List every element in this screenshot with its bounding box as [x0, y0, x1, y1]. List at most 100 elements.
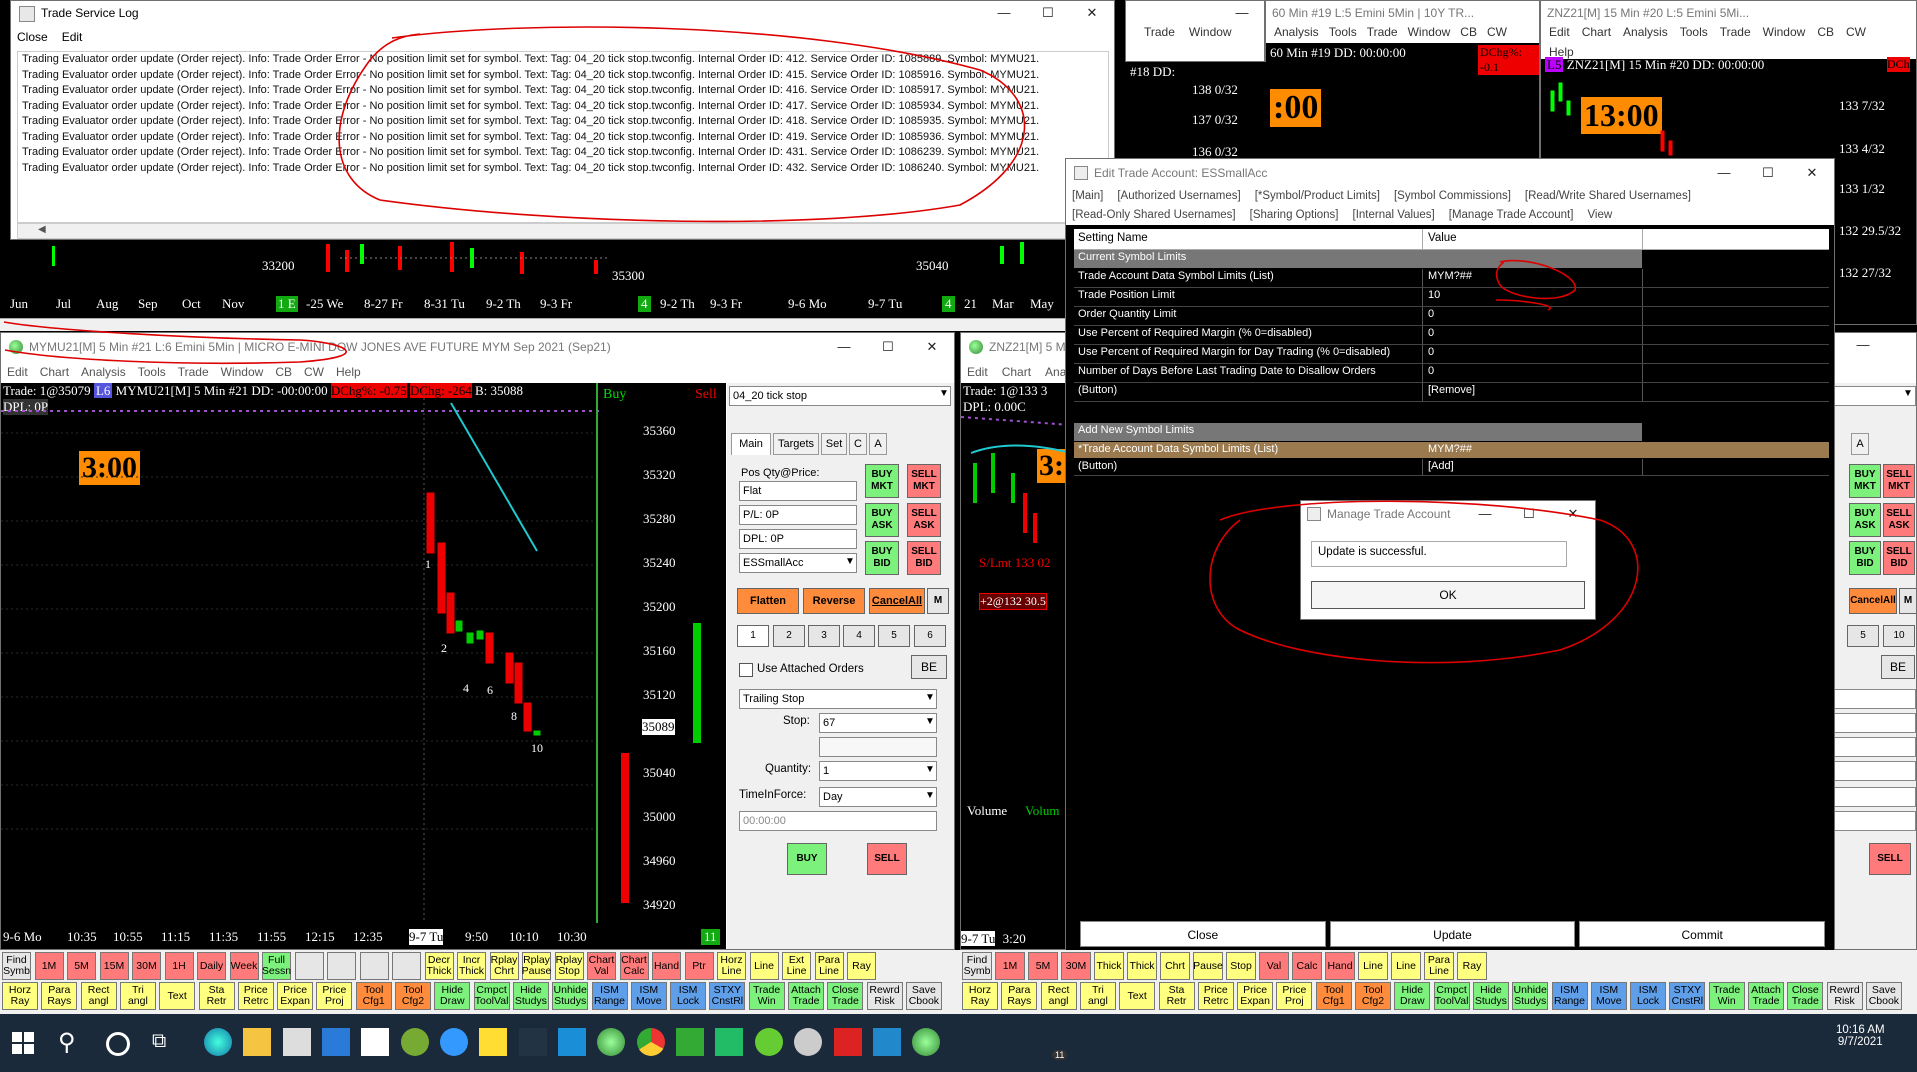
tab-internal-values[interactable]: [Internal Values]: [1353, 206, 1435, 225]
trade-window-panel[interactable]: 04_20 tick stop ▼ Main Targets Set C A P…: [727, 383, 954, 949]
toolbar-button[interactable]: Daily: [197, 952, 226, 980]
toolbar-button[interactable]: Price Expan: [277, 982, 314, 1010]
sell-ask-button[interactable]: SELL ASK: [907, 503, 941, 537]
strip-scrollbar[interactable]: [0, 318, 1065, 331]
quantity-input[interactable]: 1: [819, 761, 937, 781]
tab-a[interactable]: A: [1851, 433, 1869, 455]
n-app-icon[interactable]: [754, 1028, 783, 1056]
menu-edit[interactable]: Edit: [1549, 25, 1570, 45]
toolbar-button[interactable]: Hide Studys: [512, 982, 549, 1010]
cancel-all-button[interactable]: CancelAll: [1849, 588, 1897, 614]
account-select[interactable]: ESSmallAcc: [739, 553, 857, 573]
setting-value[interactable]: 0: [1428, 365, 1434, 377]
toolbar-button[interactable]: Full Sessn: [262, 952, 291, 980]
qty-3-button[interactable]: 3: [808, 625, 840, 647]
menu-analysis[interactable]: Analysis: [1623, 25, 1668, 45]
order-type-select[interactable]: Trailing Stop: [739, 689, 937, 709]
settings-row[interactable]: Use Percent of Required Margin (% 0=disa…: [1074, 326, 1829, 345]
setting-value[interactable]: MYM?##: [1428, 443, 1472, 455]
toolbar-button[interactable]: Stop: [1226, 952, 1256, 980]
toolbar-button[interactable]: 30M: [132, 952, 161, 980]
buy-bid-button[interactable]: BUY BID: [1849, 541, 1881, 575]
toolbar-button[interactable]: Chart Calc: [619, 952, 649, 980]
setting-value[interactable]: MYM?##: [1428, 270, 1472, 282]
menu-window[interactable]: Window: [1189, 25, 1232, 39]
menu-trade[interactable]: Trade: [1367, 25, 1398, 43]
setting-value[interactable]: 10: [1428, 289, 1440, 301]
toolbar-button[interactable]: Text: [1119, 982, 1156, 1010]
window-trade-partial[interactable]: — Trade Window: [1125, 0, 1265, 62]
tab-read-write-shared-usernames[interactable]: [Read/Write Shared Usernames]: [1525, 187, 1691, 206]
toolbar-button[interactable]: 15M: [99, 952, 129, 980]
minimize-icon[interactable]: —: [1841, 333, 1885, 357]
toolbar-button[interactable]: Unhide Studys: [1512, 982, 1549, 1010]
maximize-icon[interactable]: ☐: [866, 335, 910, 359]
maximize-icon[interactable]: ☐: [1746, 161, 1790, 185]
ok-button[interactable]: OK: [1311, 581, 1585, 609]
buy-ask-button[interactable]: BUY ASK: [1849, 503, 1881, 537]
toolbar-button[interactable]: Chrt: [1160, 952, 1190, 980]
menu-analysis[interactable]: Ana: [1045, 365, 1066, 379]
chevron-down-icon[interactable]: ▼: [925, 692, 935, 703]
toolbar-button[interactable]: Tool Cfg2: [1355, 982, 1391, 1010]
toolbar-button[interactable]: Para Line: [814, 952, 844, 980]
setting-value[interactable]: 0: [1428, 308, 1434, 320]
menu-analysis[interactable]: Analysis: [1274, 25, 1319, 43]
toolbar-button[interactable]: Tool Cfg2: [395, 982, 431, 1010]
attached-orders-checkbox[interactable]: [739, 663, 753, 677]
qty-6-button[interactable]: 6: [914, 625, 946, 647]
tab-symbol-commissions[interactable]: [Symbol Commissions]: [1394, 187, 1511, 206]
task-view-icon[interactable]: ⧉: [152, 1030, 166, 1053]
toolbar-button[interactable]: ISM Lock: [1630, 982, 1667, 1010]
horizontal-scrollbar[interactable]: ◀: [17, 223, 1109, 239]
toolbar-button[interactable]: Find Symb: [962, 952, 992, 980]
store-icon[interactable]: [282, 1028, 311, 1056]
cortana-icon[interactable]: [106, 1032, 130, 1056]
menu-close[interactable]: Close: [17, 30, 48, 44]
qty-5-button[interactable]: 5: [1847, 625, 1879, 647]
toolbar-button[interactable]: Cmpct ToolVal: [1433, 982, 1470, 1010]
settings-row[interactable]: Number of Days Before Last Trading Date …: [1074, 364, 1829, 383]
toolbar-button[interactable]: Trade Win: [1708, 982, 1745, 1010]
toolbar-button[interactable]: Ray: [1457, 952, 1487, 980]
toolbar-button[interactable]: Rplay Pause: [522, 952, 551, 980]
sell-mkt-button[interactable]: SELL MKT: [907, 464, 941, 498]
log-list[interactable]: Trading Evaluator order update (Order re…: [17, 51, 1109, 223]
pdf-reader-icon[interactable]: [833, 1028, 862, 1056]
toolbar-button[interactable]: 5M: [1028, 952, 1058, 980]
qty-1-button[interactable]: 1: [737, 625, 769, 647]
tab-read-only-shared-usernames[interactable]: [Read-Only Shared Usernames]: [1072, 206, 1236, 225]
price-chart[interactable]: Trade: 1@133 3 DPL: 0.00C 3: S/Lmt 133 0…: [961, 383, 1071, 949]
price-chart[interactable]: Trade: 1@35079 L6 MYMU21[M] 5 Min #21 DD…: [1, 383, 726, 949]
price-input[interactable]: [819, 737, 937, 757]
toolbar-button[interactable]: Price Retrc: [237, 982, 274, 1010]
buy-bid-button[interactable]: BUY BID: [865, 541, 899, 575]
toolbar-button[interactable]: Ray: [847, 952, 876, 980]
reverse-button[interactable]: Reverse: [803, 588, 865, 614]
close-button[interactable]: Close: [1080, 921, 1326, 947]
clock[interactable]: 10:16 AM 9/7/2021: [1836, 1024, 1885, 1048]
menu-trade[interactable]: Trade: [1720, 25, 1751, 45]
toolbar-button[interactable]: Line: [1391, 952, 1421, 980]
leaf-icon[interactable]: [715, 1028, 744, 1056]
toolbar-button[interactable]: 30M: [1061, 952, 1091, 980]
toolbar-button[interactable]: Price Expan: [1237, 982, 1274, 1010]
document-icon[interactable]: [361, 1028, 390, 1056]
toolbar-button[interactable]: ISM Move: [630, 982, 667, 1010]
toolbar-button[interactable]: Close Trade: [827, 982, 864, 1010]
tab-a[interactable]: A: [869, 433, 887, 455]
buy-button[interactable]: BUY: [787, 843, 827, 875]
maximize-icon[interactable]: ☐: [1026, 1, 1070, 25]
toolbar-button[interactable]: Close Trade: [1787, 982, 1824, 1010]
minimize-icon[interactable]: —: [982, 1, 1026, 25]
buy-mkt-button[interactable]: BUY MKT: [1849, 464, 1881, 498]
close-icon[interactable]: ✕: [910, 335, 954, 359]
toolbar-button[interactable]: Attach Trade: [788, 982, 824, 1010]
toolbar-button[interactable]: Decr Thick: [424, 952, 454, 980]
menu-tools[interactable]: Tools: [138, 365, 166, 379]
menu-chart[interactable]: Chart: [40, 365, 69, 379]
toolbar-button[interactable]: Tri angl: [119, 982, 156, 1010]
settings-row[interactable]: Order Quantity Limit 0: [1074, 307, 1829, 326]
toolbar-button[interactable]: Para Rays: [1001, 982, 1038, 1010]
add-row-selected[interactable]: *Trade Account Data Symbol Limits (List)…: [1074, 442, 1829, 458]
